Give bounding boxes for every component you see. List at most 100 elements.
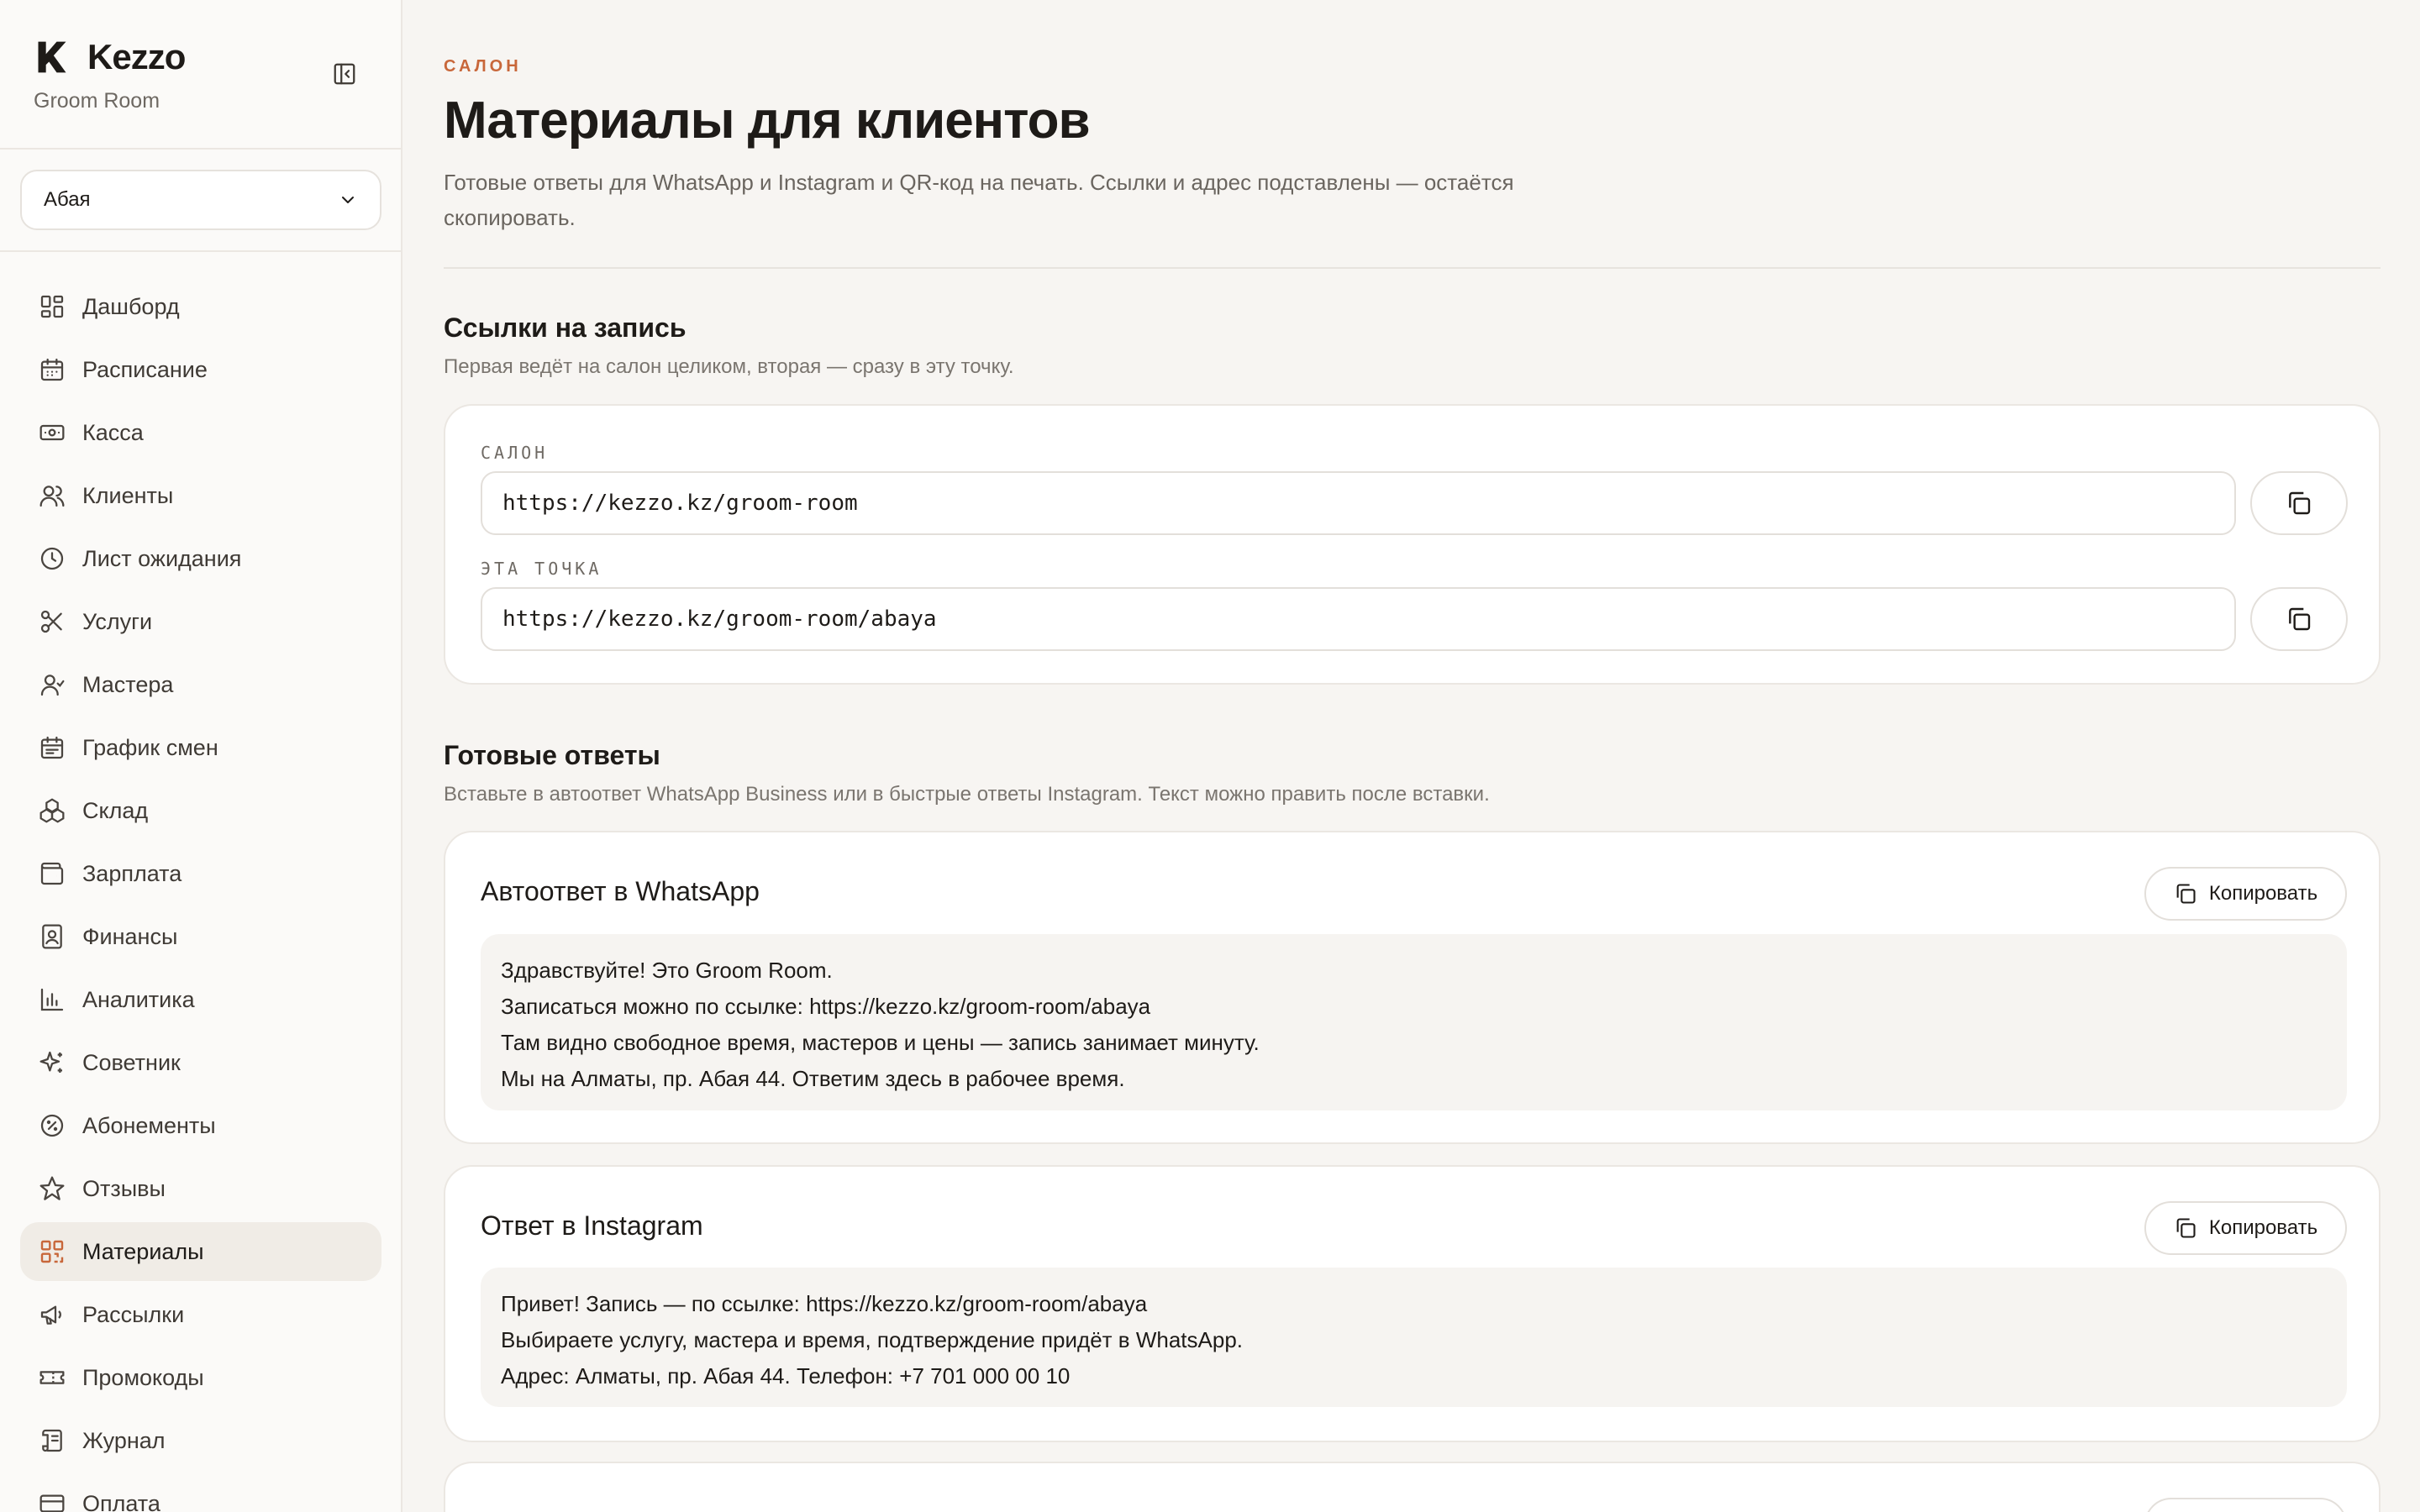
copy-next-reply-button[interactable] [2144, 1498, 2347, 1512]
sidebar-divider [0, 250, 401, 252]
copy-point-link-button[interactable] [2250, 587, 2348, 651]
scroll-icon [42, 1429, 62, 1452]
sidebar-item-subscriptions[interactable]: Абонементы [20, 1096, 381, 1155]
dashboard-icon [40, 295, 64, 318]
sidebar-item-services[interactable]: Услуги [20, 592, 381, 651]
sidebar-item-label: Материалы [82, 1238, 204, 1264]
cash-icon [39, 424, 65, 441]
collapse-sidebar-button[interactable] [329, 59, 360, 89]
replies-section-title: Готовые ответы [444, 740, 660, 770]
sidebar-item-salary[interactable]: Зарплата [20, 844, 381, 903]
brand: Kezzo Groom Room [34, 37, 186, 113]
sidebar-item-finance[interactable]: Финансы [20, 907, 381, 966]
page-title: Материалы для клиентов [444, 92, 1091, 150]
masters-icon [40, 675, 65, 696]
sidebar-item-clients[interactable]: Клиенты [20, 466, 381, 525]
sidebar-item-label: Клиенты [82, 482, 174, 508]
sidebar-item-label: Оплата [82, 1490, 160, 1512]
sidebar-item-label: Услуги [82, 608, 153, 634]
users-icon [39, 486, 65, 507]
sidebar-item-journal[interactable]: Журнал [20, 1411, 381, 1470]
sidebar-item-label: Касса [82, 419, 144, 445]
calendar-icon [40, 358, 64, 381]
wallet-icon [40, 862, 64, 885]
instagram-reply-card: Ответ в Instagram Копировать Привет! Зап… [444, 1165, 2381, 1442]
copy-button-label: Копировать [2208, 1216, 2318, 1239]
sidebar-item-payment[interactable]: Оплата [20, 1474, 381, 1512]
sidebar-item-warehouse[interactable]: Склад [20, 781, 381, 840]
sidebar-item-label: Промокоды [82, 1364, 204, 1390]
instagram-reply-text[interactable]: Привет! Запись — по ссылке: https://kezz… [481, 1268, 2347, 1407]
whatsapp-reply-title: Автоответ в WhatsApp [481, 876, 760, 906]
reply-line: Там видно свободное время, мастеров и це… [501, 1030, 1260, 1055]
sidebar-item-mailings[interactable]: Рассылки [20, 1285, 381, 1344]
sidebar-item-label: Расписание [82, 356, 208, 382]
sidebar-item-label: Лист ожидания [82, 545, 242, 571]
branch-select[interactable]: Абая [20, 170, 381, 230]
sidebar-item-label: Абонементы [82, 1112, 216, 1138]
replies-section-description: Вставьте в автоответ WhatsApp Business и… [444, 783, 1490, 806]
scissors-icon [40, 610, 62, 633]
sidebar-divider [0, 148, 401, 150]
links-section-description: Первая ведёт на салон целиком, вторая — … [444, 355, 1014, 378]
sidebar-item-shifts[interactable]: График смен [20, 718, 381, 777]
ledger-icon [42, 924, 62, 949]
clock-icon [40, 547, 64, 570]
links-card: САЛОН https://kezzo.kz/groom-room ЭТА ТО… [444, 404, 2381, 685]
whatsapp-reply-text[interactable]: Здравствуйте! Это Groom Room. Записаться… [481, 934, 2347, 1110]
salon-name: Groom Room [34, 89, 160, 113]
instagram-reply-title: Ответ в Instagram [481, 1210, 703, 1241]
sidebar-item-cash[interactable]: Касса [20, 403, 381, 462]
sidebar-item-label: Журнал [82, 1427, 166, 1453]
copy-icon [2289, 491, 2311, 515]
copy-whatsapp-reply-button[interactable]: Копировать [2144, 867, 2347, 921]
main-content: САЛОН Материалы для клиентов Готовые отв… [402, 0, 2420, 1512]
megaphone-icon [40, 1305, 61, 1325]
badge-percent-icon [40, 1114, 64, 1137]
point-link-field[interactable]: https://kezzo.kz/groom-room/abaya [481, 587, 2236, 651]
shift-calendar-icon [40, 736, 64, 759]
sparkles-icon [39, 1051, 62, 1073]
sidebar-item-label: Отзывы [82, 1175, 166, 1201]
sidebar-item-label: Советник [82, 1049, 181, 1075]
salon-link-field[interactable]: https://kezzo.kz/groom-room [481, 471, 2236, 535]
sidebar-item-advisor[interactable]: Советник [20, 1033, 381, 1092]
copy-salon-link-button[interactable] [2250, 471, 2348, 535]
sidebar-item-materials[interactable]: Материалы [20, 1222, 381, 1281]
copy-icon [2176, 884, 2196, 904]
ticket-icon [39, 1371, 65, 1384]
next-reply-card [444, 1462, 2381, 1512]
divider [444, 267, 2381, 269]
sidebar-item-label: Склад [82, 797, 149, 823]
sidebar-item-reviews[interactable]: Отзывы [20, 1159, 381, 1218]
boxes-icon [39, 798, 65, 823]
star-icon [39, 1176, 65, 1200]
branch-select-value: Абая [44, 188, 91, 211]
qr-code-icon [40, 1240, 64, 1263]
reply-line: Выбираете услугу, мастера и время, подтв… [501, 1327, 1244, 1352]
reply-line: Здравствуйте! Это Groom Room. [501, 958, 833, 983]
sidebar: Kezzo Groom Room Абая Дашборд Расписание [0, 0, 402, 1512]
sidebar-item-label: Зарплата [82, 860, 182, 886]
sidebar-item-schedule[interactable]: Расписание [20, 340, 381, 399]
copy-instagram-reply-button[interactable]: Копировать [2144, 1201, 2347, 1255]
whatsapp-reply-card: Автоответ в WhatsApp Копировать Здравств… [444, 831, 2381, 1144]
page-eyebrow: САЛОН [444, 57, 522, 76]
sidebar-item-waitlist[interactable]: Лист ожидания [20, 529, 381, 588]
bar-chart-icon [40, 988, 64, 1011]
kezzo-logo-icon [38, 41, 66, 73]
panel-collapse-icon [334, 63, 355, 85]
copy-button-label: Копировать [2208, 882, 2318, 905]
sidebar-item-label: График смен [82, 734, 218, 760]
reply-line: Записаться можно по ссылке: https://kezz… [501, 994, 1151, 1019]
point-link-label: ЭТА ТОЧКА [481, 559, 602, 579]
card-icon [39, 1494, 65, 1512]
sidebar-item-masters[interactable]: Мастера [20, 655, 381, 714]
salon-link-label: САЛОН [481, 443, 549, 463]
sidebar-item-label: Финансы [82, 923, 178, 949]
sidebar-item-dashboard[interactable]: Дашборд [20, 277, 381, 336]
links-section-title: Ссылки на запись [444, 312, 687, 343]
reply-line: Привет! Запись — по ссылке: https://kezz… [501, 1291, 1148, 1316]
sidebar-item-analytics[interactable]: Аналитика [20, 970, 381, 1029]
sidebar-item-promocodes[interactable]: Промокоды [20, 1348, 381, 1407]
